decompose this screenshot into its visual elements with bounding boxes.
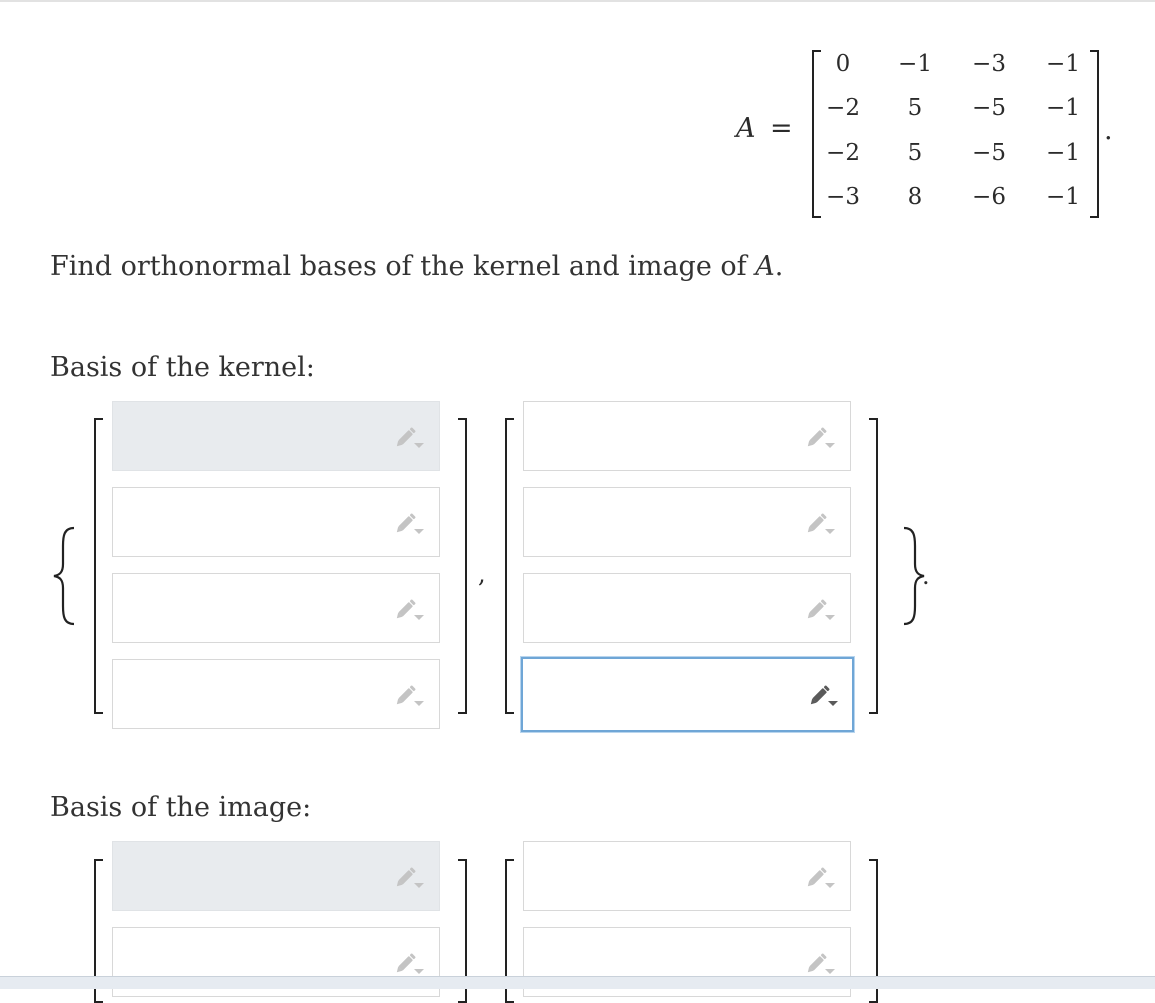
kernel-v2-entry-4[interactable] bbox=[521, 657, 854, 732]
pencil-dropdown-icon[interactable] bbox=[806, 952, 836, 976]
matrix-cell: 5 bbox=[907, 95, 923, 121]
kernel-v1-entry-2[interactable] bbox=[112, 487, 440, 557]
kernel-title: Basis of the kernel: bbox=[50, 352, 315, 383]
image-title: Basis of the image: bbox=[50, 792, 312, 823]
kernel-vector-separator: , bbox=[478, 560, 486, 588]
kernel-v1-entry-3[interactable] bbox=[112, 573, 440, 643]
image-v2-entry-1[interactable] bbox=[523, 841, 851, 911]
matrix-cell: −1 bbox=[1046, 51, 1080, 77]
matrix-cell: −1 bbox=[1046, 140, 1080, 166]
kernel-v2-entry-1[interactable] bbox=[523, 401, 851, 471]
kernel-vector-2-right-bracket bbox=[869, 418, 878, 714]
kernel-v1-entry-4[interactable] bbox=[112, 659, 440, 729]
image-v1-entry-1[interactable] bbox=[112, 841, 440, 911]
prompt-text: Find orthonormal bases of the kernel and… bbox=[50, 251, 756, 282]
matrix-cell: 5 bbox=[907, 140, 923, 166]
matrix-cell: −1 bbox=[1046, 95, 1080, 121]
matrix-cell: 0 bbox=[835, 51, 851, 77]
pencil-dropdown-icon[interactable] bbox=[395, 598, 425, 622]
kernel-vector-2-left-bracket bbox=[505, 418, 514, 714]
pencil-dropdown-icon[interactable] bbox=[395, 866, 425, 890]
matrix-period: . bbox=[1104, 115, 1113, 146]
matrix-equals: = bbox=[770, 113, 793, 144]
matrix-cell: −5 bbox=[972, 95, 1006, 121]
pencil-dropdown-icon[interactable] bbox=[806, 866, 836, 890]
matrix-cell: −1 bbox=[1046, 184, 1080, 210]
left-curly-brace bbox=[53, 526, 75, 626]
matrix-cell: −1 bbox=[898, 51, 932, 77]
matrix-cell: −2 bbox=[826, 95, 860, 121]
kernel-closing-period: . bbox=[922, 562, 930, 590]
kernel-vector-1-right-bracket bbox=[458, 418, 467, 714]
pencil-dropdown-icon[interactable] bbox=[806, 598, 836, 622]
matrix-cell: −3 bbox=[972, 51, 1006, 77]
matrix-label: A bbox=[736, 113, 756, 144]
kernel-vector-1-left-bracket bbox=[94, 418, 103, 714]
kernel-v1-entry-1[interactable] bbox=[112, 401, 440, 471]
matrix-cell: −5 bbox=[972, 140, 1006, 166]
question-prompt: Find orthonormal bases of the kernel and… bbox=[50, 251, 783, 282]
top-divider bbox=[0, 0, 1155, 2]
matrix-right-bracket bbox=[1090, 50, 1099, 218]
matrix-cell: −3 bbox=[826, 184, 860, 210]
prompt-variable: A bbox=[755, 251, 775, 282]
bottom-toolbar bbox=[0, 976, 1155, 989]
pencil-dropdown-icon[interactable] bbox=[395, 512, 425, 536]
matrix-cell: −2 bbox=[826, 140, 860, 166]
pencil-dropdown-icon[interactable] bbox=[809, 684, 839, 708]
kernel-v2-entry-3[interactable] bbox=[523, 573, 851, 643]
pencil-dropdown-icon[interactable] bbox=[395, 426, 425, 450]
pencil-dropdown-icon[interactable] bbox=[806, 426, 836, 450]
matrix-grid: 0 −1 −3 −1 −2 5 −5 −1 −2 5 −5 −1 −3 8 −6 −1 bbox=[818, 48, 1086, 214]
kernel-v2-entry-2[interactable] bbox=[523, 487, 851, 557]
pencil-dropdown-icon[interactable] bbox=[806, 512, 836, 536]
pencil-dropdown-icon[interactable] bbox=[395, 952, 425, 976]
matrix-cell: −6 bbox=[972, 184, 1006, 210]
prompt-end: . bbox=[774, 251, 784, 282]
matrix-cell: 8 bbox=[907, 184, 923, 210]
pencil-dropdown-icon[interactable] bbox=[395, 684, 425, 708]
